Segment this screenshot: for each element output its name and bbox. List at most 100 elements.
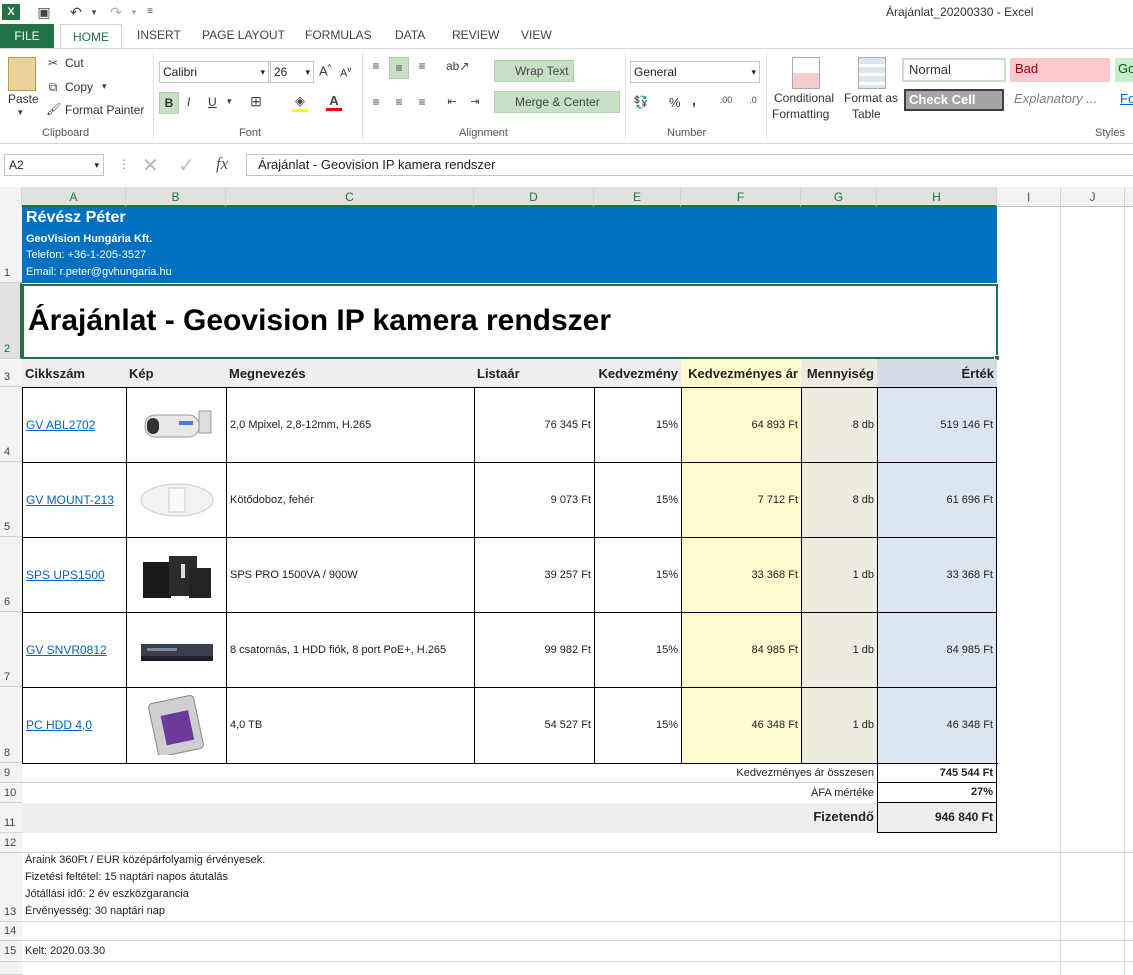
- tab-page-layout[interactable]: PAGE LAYOUT: [202, 28, 285, 42]
- row-header-4[interactable]: 4: [0, 387, 22, 462]
- sku-link[interactable]: GV ABL2702: [26, 418, 95, 432]
- bold-button[interactable]: B: [159, 92, 179, 114]
- style-bad[interactable]: Bad: [1010, 58, 1110, 82]
- name-box[interactable]: A2 ▾: [4, 154, 104, 176]
- decrease-decimal-icon[interactable]: .0: [744, 95, 762, 105]
- italic-button[interactable]: I: [187, 95, 190, 109]
- align-left-icon[interactable]: ≡: [368, 95, 384, 109]
- cut-button[interactable]: Cut: [65, 56, 84, 70]
- subtotal-value[interactable]: 745 544 Ft: [877, 763, 997, 783]
- sku-cell[interactable]: GV MOUNT-213: [22, 462, 126, 537]
- align-bottom-icon[interactable]: ≡: [414, 59, 430, 73]
- tab-data[interactable]: DATA: [395, 28, 425, 42]
- sku-cell[interactable]: GV SNVR0812: [22, 612, 126, 687]
- column-header-c[interactable]: C: [226, 187, 474, 207]
- discount-cell[interactable]: 15%: [594, 387, 681, 462]
- wrap-text-button[interactable]: Wrap Text: [494, 60, 574, 82]
- discount-cell[interactable]: 15%: [594, 537, 681, 612]
- copy-button[interactable]: Copy: [65, 80, 93, 94]
- product-image[interactable]: [126, 537, 226, 612]
- description-cell[interactable]: 4,0 TB: [226, 687, 474, 763]
- row-header-14[interactable]: 14: [0, 922, 22, 941]
- row-header-12[interactable]: 12: [0, 833, 22, 853]
- insert-function-button[interactable]: fx: [216, 154, 228, 174]
- column-header-a[interactable]: A: [22, 187, 126, 207]
- product-image[interactable]: [126, 462, 226, 537]
- enter-icon[interactable]: ✓: [178, 153, 195, 178]
- row-header-2[interactable]: 2: [0, 283, 22, 359]
- column-header-i[interactable]: I: [997, 187, 1061, 207]
- increase-font-icon[interactable]: A^: [319, 63, 331, 78]
- row-header-5[interactable]: 5: [0, 462, 22, 537]
- description-cell[interactable]: 2,0 Mpixel, 2,8-12mm, H.265: [226, 387, 474, 462]
- selected-cell-a2[interactable]: Árajánlat - Geovision IP kamera rendszer: [22, 284, 1000, 361]
- increase-indent-icon[interactable]: ⇥: [466, 95, 484, 108]
- row-header-7[interactable]: 7: [0, 612, 22, 687]
- format-as-table-button[interactable]: Format as: [844, 91, 898, 105]
- row-header-3[interactable]: 3: [0, 359, 22, 387]
- orientation-icon[interactable]: ab↗: [446, 59, 469, 73]
- paste-dropdown-icon[interactable]: ▾: [18, 107, 23, 118]
- currency-icon[interactable]: 💱: [632, 95, 650, 109]
- style-good[interactable]: Go: [1115, 58, 1133, 82]
- style-explanatory[interactable]: Explanatory ...: [1014, 91, 1097, 106]
- tab-view[interactable]: VIEW: [521, 28, 552, 42]
- quantity-cell[interactable]: 1 db: [801, 537, 877, 612]
- row-header-6[interactable]: 6: [0, 537, 22, 612]
- row-header-15[interactable]: 15: [0, 941, 22, 962]
- undo-dropdown-icon[interactable]: ▾: [84, 2, 104, 22]
- description-cell[interactable]: SPS PRO 1500VA / 900W: [226, 537, 474, 612]
- worksheet-grid[interactable]: Révész Péter GeoVision Hungária Kft. Tel…: [0, 207, 1133, 975]
- value-cell[interactable]: 84 985 Ft: [877, 612, 997, 687]
- formula-input[interactable]: Árajánlat - Geovision IP kamera rendszer: [246, 154, 1133, 176]
- discounted-price-cell[interactable]: 64 893 Ft: [681, 387, 801, 462]
- conditional-formatting-button[interactable]: Conditional: [774, 91, 834, 105]
- comma-button[interactable]: ,: [692, 92, 696, 108]
- value-cell[interactable]: 33 368 Ft: [877, 537, 997, 612]
- sku-link[interactable]: PC HDD 4,0: [26, 718, 92, 732]
- font-size-select[interactable]: 26 ▾: [270, 61, 314, 83]
- row-header-11[interactable]: 11: [0, 803, 22, 833]
- borders-icon[interactable]: ⊞: [248, 93, 264, 110]
- contact-header-block[interactable]: Révész Péter GeoVision Hungária Kft. Tel…: [22, 207, 997, 283]
- resize-handle-icon[interactable]: ⋮: [118, 157, 130, 171]
- column-header-j[interactable]: J: [1061, 187, 1125, 207]
- tab-review[interactable]: REVIEW: [452, 28, 499, 42]
- row-header-1[interactable]: 1: [0, 207, 22, 283]
- row-header-13[interactable]: 13: [0, 853, 22, 922]
- copy-dropdown-icon[interactable]: ▾: [102, 81, 107, 92]
- format-painter-button[interactable]: Format Painter: [65, 103, 144, 117]
- total-value[interactable]: 946 840 Ft: [877, 803, 997, 833]
- paste-button[interactable]: Paste: [8, 92, 39, 106]
- paste-icon[interactable]: [8, 57, 36, 91]
- decrease-indent-icon[interactable]: ⇤: [443, 95, 461, 108]
- tab-formulas[interactable]: FORMULAS: [305, 28, 372, 42]
- underline-button[interactable]: U: [208, 95, 217, 109]
- font-color-icon[interactable]: A: [326, 93, 342, 111]
- align-middle-icon[interactable]: ≡: [389, 57, 409, 79]
- column-header-e[interactable]: E: [594, 187, 681, 207]
- column-header-f[interactable]: F: [681, 187, 801, 207]
- underline-dropdown-icon[interactable]: ▾: [227, 96, 232, 107]
- sku-cell[interactable]: GV ABL2702: [22, 387, 126, 462]
- percent-button[interactable]: %: [669, 95, 681, 110]
- quantity-cell[interactable]: 1 db: [801, 687, 877, 763]
- quantity-cell[interactable]: 8 db: [801, 387, 877, 462]
- sku-link[interactable]: GV MOUNT-213: [26, 493, 114, 507]
- align-right-icon[interactable]: ≡: [414, 95, 430, 109]
- description-cell[interactable]: 8 csatornás, 1 HDD fiók, 8 port PoE+, H.…: [226, 612, 474, 687]
- discount-cell[interactable]: 15%: [594, 687, 681, 763]
- sku-link[interactable]: SPS UPS1500: [26, 568, 105, 582]
- discounted-price-cell[interactable]: 84 985 Ft: [681, 612, 801, 687]
- column-header-g[interactable]: G: [801, 187, 877, 207]
- discount-cell[interactable]: 15%: [594, 462, 681, 537]
- value-cell[interactable]: 46 348 Ft: [877, 687, 997, 763]
- product-image[interactable]: [126, 612, 226, 687]
- sku-cell[interactable]: PC HDD 4,0: [22, 687, 126, 763]
- quantity-cell[interactable]: 1 db: [801, 612, 877, 687]
- value-cell[interactable]: 519 146 Ft: [877, 387, 997, 462]
- fill-color-icon[interactable]: ◈: [292, 93, 308, 112]
- merge-center-button[interactable]: Merge & Center: [494, 91, 620, 113]
- list-price-cell[interactable]: 99 982 Ft: [474, 612, 594, 687]
- quantity-cell[interactable]: 8 db: [801, 462, 877, 537]
